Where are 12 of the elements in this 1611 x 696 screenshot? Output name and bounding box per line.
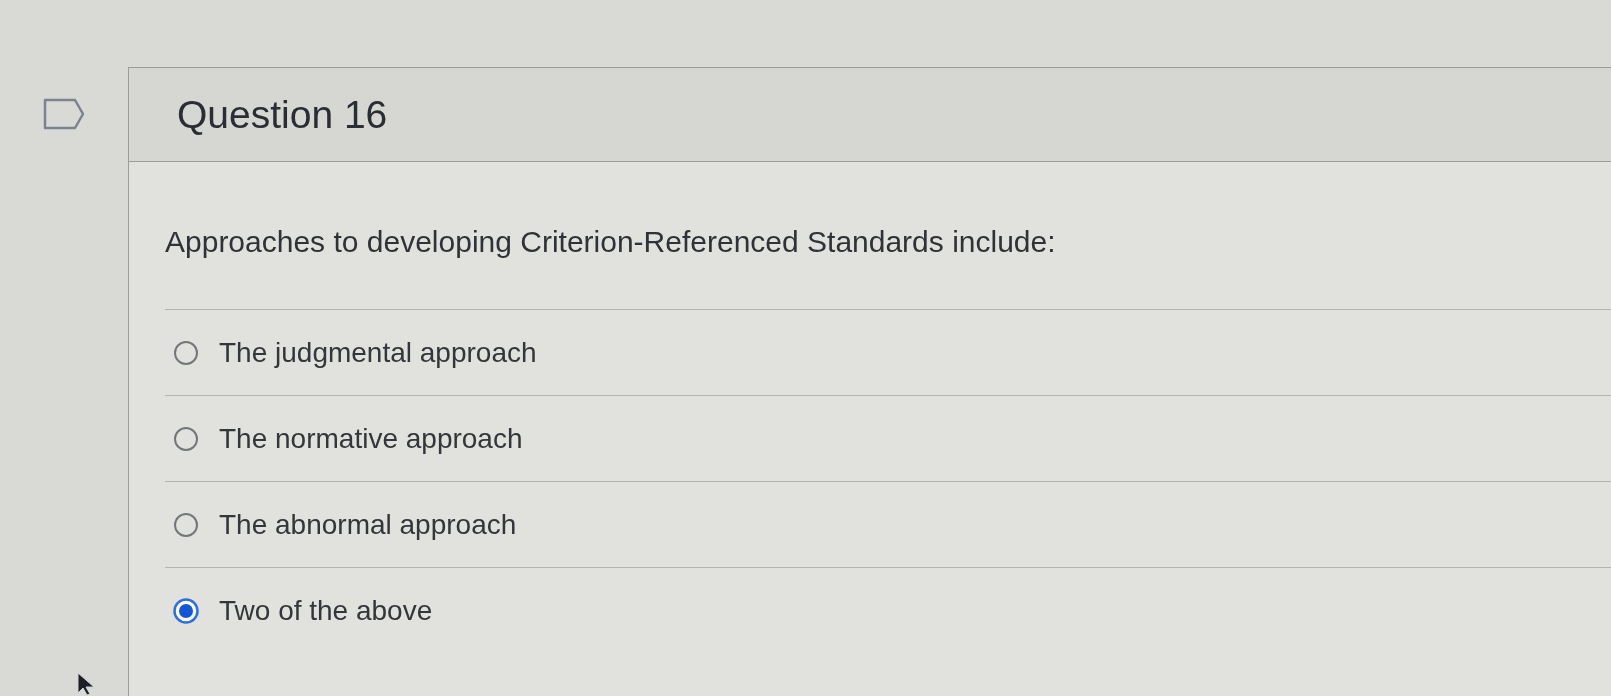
option-label: The judgmental approach [219,335,537,370]
question-text: Approaches to developing Criterion-Referenced Standards include: [165,224,1056,260]
tag-icon[interactable] [43,98,85,130]
option-label: The abnormal approach [219,507,517,542]
option-label: Two of the above [219,593,433,628]
radio-button[interactable] [173,425,199,452]
radio-button[interactable] [173,597,199,624]
question-title: Question 16 [177,92,388,137]
option-label: The normative approach [219,421,523,456]
radio-button[interactable] [173,339,199,366]
mouse-pointer-icon [77,672,97,696]
radio-button[interactable] [173,511,199,538]
